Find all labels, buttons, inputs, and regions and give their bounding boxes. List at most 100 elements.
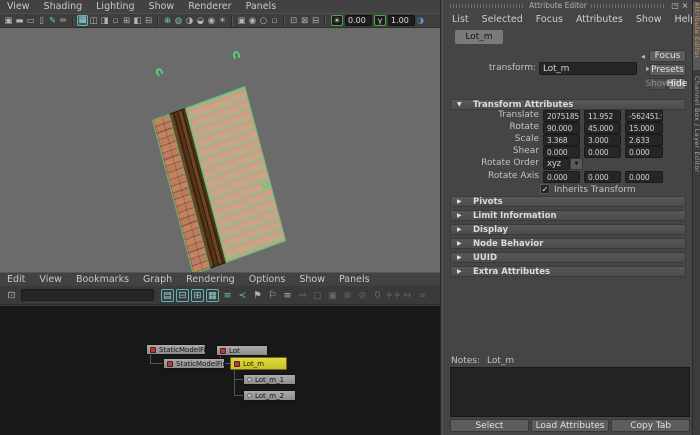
drag-handle[interactable] xyxy=(591,4,666,8)
translate-z-field[interactable] xyxy=(625,110,663,122)
load-attributes-button[interactable]: Load Attributes xyxy=(531,419,610,432)
inherits-transform-checkbox[interactable]: ✓ xyxy=(540,184,550,194)
pin-selected-icon[interactable]: ⚑ xyxy=(250,290,265,301)
menu-attributes[interactable]: Attributes xyxy=(576,14,623,25)
menu-edit[interactable]: Edit xyxy=(7,274,25,285)
pencil-icon[interactable]: ✎ xyxy=(47,15,58,27)
node-lot-m-1[interactable]: Lot_m_1 xyxy=(243,374,296,385)
rotate-order-select[interactable]: xyz xyxy=(543,158,570,170)
menu-list[interactable]: List xyxy=(452,14,469,25)
hide-button[interactable]: Hide xyxy=(668,78,686,90)
menu-show[interactable]: Show xyxy=(149,1,175,12)
viewport-canvas[interactable] xyxy=(0,28,440,272)
section-limit-information[interactable]: ▶ Limit Information xyxy=(450,210,686,221)
zero-iterations-icon[interactable]: 0 xyxy=(370,290,385,301)
shaded-icon[interactable]: ◍ xyxy=(173,15,184,27)
menu-focus[interactable]: Focus xyxy=(536,14,563,25)
shear-z-field[interactable] xyxy=(625,146,663,158)
camera-icon[interactable]: ▣ xyxy=(3,15,14,27)
tab-lot-m[interactable]: Lot_m xyxy=(455,30,503,44)
scale-y-field[interactable] xyxy=(584,134,621,146)
section-transform-attributes[interactable]: ▼ Transform Attributes xyxy=(450,99,686,110)
copy-tab-button[interactable]: Copy Tab xyxy=(611,419,690,432)
gamma-input[interactable] xyxy=(388,15,415,26)
lights-icon[interactable]: ☀ xyxy=(217,15,228,27)
isolate-select-icon[interactable]: ▣ xyxy=(236,15,247,27)
render-region-icon[interactable]: ⊠ xyxy=(299,15,310,27)
show-inputs-icon[interactable]: ◂ xyxy=(641,52,645,61)
notes-textarea[interactable] xyxy=(450,367,690,417)
pane-four-icon[interactable]: ⊞ xyxy=(121,15,132,27)
close-icon[interactable]: × xyxy=(680,1,690,10)
tab-attribute-editor[interactable]: Attribute Editor xyxy=(693,2,700,70)
wireframe-icon[interactable]: ⊕ xyxy=(162,15,173,27)
menu-renderer[interactable]: Renderer xyxy=(188,1,231,12)
translate-x-field[interactable] xyxy=(543,110,580,122)
rotate-axis-z-field[interactable] xyxy=(625,171,663,183)
rotate-y-field[interactable] xyxy=(584,122,621,134)
menu-graph[interactable]: Graph xyxy=(143,274,172,285)
buffer-icon[interactable]: ⊟ xyxy=(310,15,321,27)
menu-show[interactable]: Show xyxy=(299,274,325,285)
gamma-icon[interactable]: γ xyxy=(374,15,386,26)
camera-attributes-icon[interactable]: ▭ xyxy=(25,15,36,27)
bookmark-icon[interactable]: ▯ xyxy=(36,15,47,27)
show-button[interactable]: Show xyxy=(649,78,666,90)
translate-y-field[interactable] xyxy=(584,110,621,122)
node-lot-m-selected[interactable]: Lot_m xyxy=(230,357,287,370)
view-connected-icon[interactable]: ⊟ xyxy=(176,289,189,302)
shear-y-field[interactable] xyxy=(584,146,621,158)
menu-shading[interactable]: Shading xyxy=(44,1,83,12)
focus-button[interactable]: Focus xyxy=(649,50,686,62)
node-search-input[interactable] xyxy=(21,289,154,301)
node-staticmodelfin[interactable]: StaticModelFin... xyxy=(163,358,225,369)
pane-single-icon[interactable]: ▦ xyxy=(77,15,88,26)
menu-rendering[interactable]: Rendering xyxy=(186,274,235,285)
extend-graph-icon[interactable]: ↔ xyxy=(400,290,415,301)
view-custom-icon[interactable]: ▦ xyxy=(206,289,219,302)
transform-name-field[interactable] xyxy=(539,62,637,75)
lock-camera-icon[interactable]: ▬ xyxy=(14,15,25,27)
node-graph-canvas[interactable]: StaticModelFinal StaticModelFin... Lot L… xyxy=(0,306,440,435)
node-lot-m-2[interactable]: Lot_m_2 xyxy=(243,390,296,401)
input-connections-icon[interactable]: ≡ xyxy=(220,290,235,301)
menu-options[interactable]: Options xyxy=(249,274,286,285)
attribute-editor-titlebar[interactable]: Attribute Editor ◳ × xyxy=(443,0,693,11)
exposure-input[interactable] xyxy=(345,15,372,26)
backface-icon[interactable]: ▫ xyxy=(269,15,280,27)
menu-lighting[interactable]: Lighting xyxy=(96,1,134,12)
scale-x-field[interactable] xyxy=(543,134,580,146)
rotate-z-field[interactable] xyxy=(625,122,663,134)
wireframe-on-shaded-icon[interactable]: ○ xyxy=(258,15,269,27)
menu-panels[interactable]: Panels xyxy=(339,274,370,285)
lot-model-mesh[interactable] xyxy=(152,86,286,272)
section-pivots[interactable]: ▶ Pivots xyxy=(450,196,686,207)
scale-z-field[interactable] xyxy=(625,134,663,146)
pane-left-icon[interactable]: ◧ xyxy=(132,15,143,27)
menu-show[interactable]: Show xyxy=(636,14,662,25)
traversal-icon[interactable]: ⇒ xyxy=(295,290,310,301)
output-connections-icon[interactable]: ≺ xyxy=(235,290,250,301)
xray-icon[interactable]: ◉ xyxy=(247,15,258,27)
section-uuid[interactable]: ▶ UUID xyxy=(450,252,686,263)
select-button[interactable]: Select xyxy=(450,419,529,432)
pane-right-icon[interactable]: ◨ xyxy=(99,15,110,27)
shadows-icon[interactable]: ◉ xyxy=(206,15,217,27)
dropdown-arrow-icon[interactable]: ▼ xyxy=(570,158,583,170)
infinite-depth-icon[interactable]: ∞ xyxy=(415,290,430,301)
remove-node-icon[interactable]: ⊗ xyxy=(340,290,355,301)
section-display[interactable]: ▶ Display xyxy=(450,224,686,235)
snapshot-icon[interactable]: ⊡ xyxy=(288,15,299,27)
menu-bookmarks[interactable]: Bookmarks xyxy=(76,274,129,285)
menu-view[interactable]: View xyxy=(39,274,62,285)
section-extra-attributes[interactable]: ▶ Extra Attributes xyxy=(450,266,686,277)
view-all-icon[interactable]: ⊞ xyxy=(191,289,204,302)
unpin-selected-icon[interactable]: ⚐ xyxy=(265,290,280,301)
rotate-axis-x-field[interactable] xyxy=(543,171,580,183)
rotate-x-field[interactable] xyxy=(543,122,580,134)
exposure-icon[interactable]: ☀ xyxy=(331,15,343,26)
color-management-icon[interactable]: ◑ xyxy=(415,15,426,27)
add-iterations-icon[interactable]: ++ xyxy=(385,290,400,301)
rotate-axis-y-field[interactable] xyxy=(584,171,621,183)
menu-view[interactable]: View xyxy=(7,1,30,12)
